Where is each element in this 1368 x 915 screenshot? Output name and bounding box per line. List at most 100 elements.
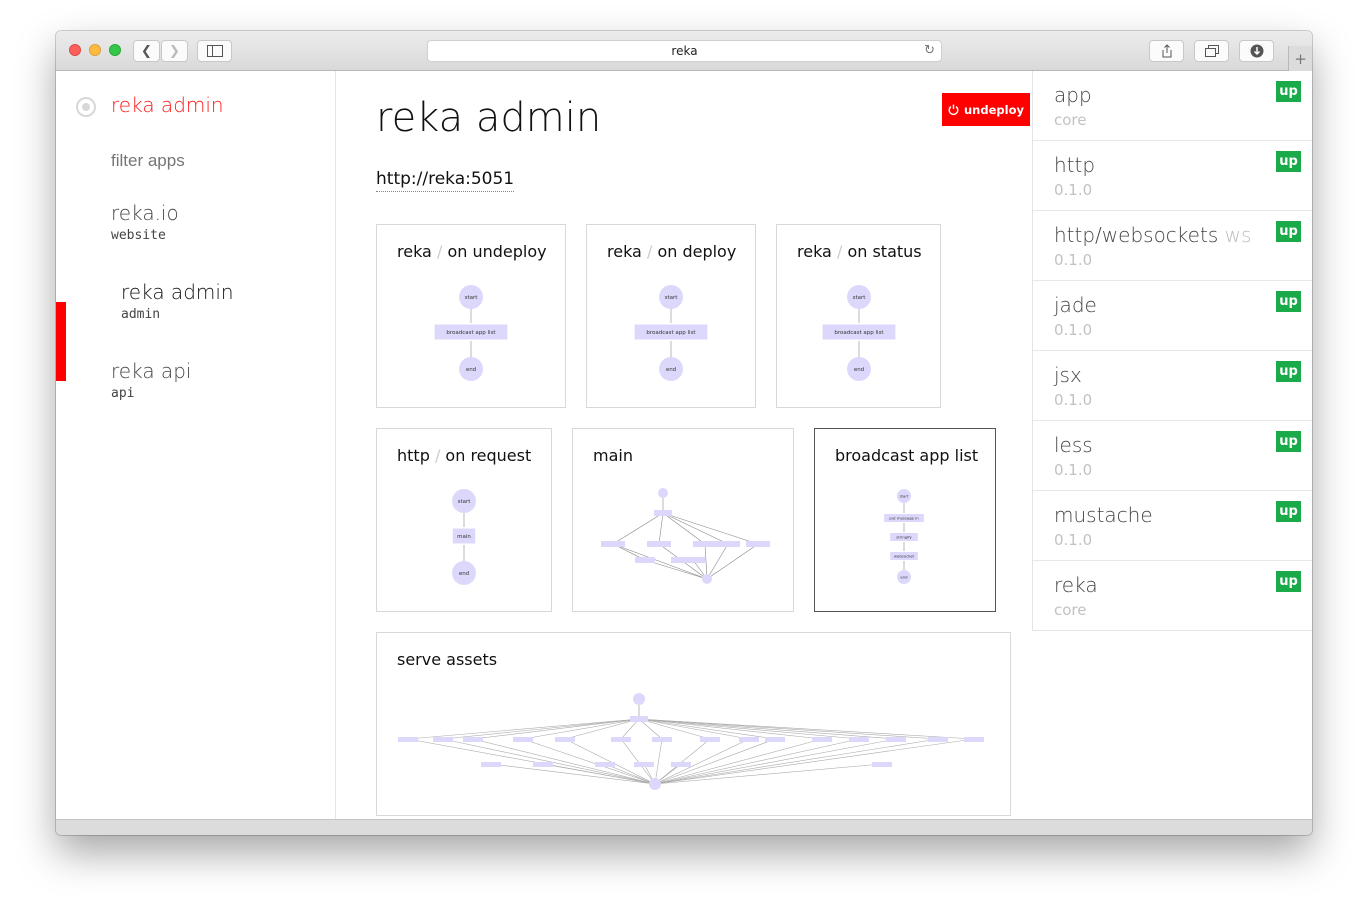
flow-node-end [649, 778, 661, 790]
flow-edge [654, 738, 663, 785]
flow-node-handler [463, 737, 483, 742]
dep-item-less[interactable]: less 0.1.0 up [1033, 421, 1312, 491]
brand-title[interactable]: reka admin [111, 93, 224, 117]
dependencies-panel: app core up http 0.1.0 up http/websocket… [1032, 71, 1312, 631]
page-title: reka admin [376, 95, 602, 141]
tabs-overview-button[interactable] [1194, 40, 1229, 62]
undeploy-label: undeploy [964, 102, 1024, 117]
flow-diagram: start main end [452, 489, 476, 585]
dep-version: 0.1.0 [1054, 251, 1093, 269]
flow-edge [638, 718, 860, 740]
flow-node-label: broadcast app list [446, 330, 496, 336]
flow-node-label: stringify [896, 534, 912, 539]
reload-icon[interactable]: ↻ [924, 43, 935, 58]
dep-item-jade[interactable]: jade 0.1.0 up [1033, 281, 1312, 351]
flow-edge [638, 718, 776, 740]
flow-edge [638, 718, 897, 740]
flow-node-label: put message in [889, 515, 919, 520]
active-app-indicator [56, 302, 66, 381]
dep-item-http[interactable]: http 0.1.0 up [1033, 141, 1312, 211]
flow-card-main[interactable]: main [572, 428, 794, 612]
flow-node-label: broadcast app list [646, 330, 696, 336]
flow-card-serve-assets[interactable]: serve assets [376, 632, 1011, 816]
sidebar-icon [206, 45, 223, 57]
dep-item-reka[interactable]: reka core up [1033, 561, 1312, 631]
filter-apps-input[interactable] [111, 151, 311, 171]
reka-logo-icon [76, 97, 96, 117]
flow-node-handler [849, 737, 869, 742]
dep-version: core [1054, 111, 1087, 129]
flow-node-handler [634, 762, 654, 767]
flow-node-handler [765, 737, 785, 742]
dep-name: less [1054, 433, 1093, 457]
new-tab-button[interactable]: + [1288, 46, 1312, 71]
back-button[interactable]: ❮ [133, 40, 160, 62]
app-sub: website [111, 228, 166, 243]
sidebar-app-reka-api[interactable]: reka api api [111, 359, 191, 401]
forward-button[interactable]: ❯ [161, 40, 188, 62]
sidebar-toggle-button[interactable] [197, 40, 232, 62]
flow-card-reka-on-deploy[interactable]: reka / on deploy start broadcast app list… [586, 224, 756, 408]
flow-diagram: start broadcast app list end [434, 285, 508, 381]
close-window-button[interactable] [69, 44, 81, 56]
flow-diagram: start broadcast app list end [634, 285, 708, 381]
flow-edge [662, 512, 759, 545]
app-detail: reka admin undeploy http://reka:5051 rek… [336, 71, 1033, 819]
flow-card-reka-on-status[interactable]: reka / on status start broadcast app list… [776, 224, 941, 408]
address-bar[interactable]: reka ↻ [427, 40, 942, 62]
flow-node-handler [481, 762, 501, 767]
flow-card-reka-on-undeploy[interactable]: reka / on undeploy start broadcast app li… [376, 224, 566, 408]
flow-edge [638, 718, 975, 740]
power-icon [948, 104, 959, 115]
sidebar-app-reka-io[interactable]: reka.io website [111, 201, 179, 243]
flow-diagram-main [601, 488, 770, 584]
sidebar-app-reka-admin[interactable]: reka admin admin [121, 280, 234, 322]
flow-node-handler [433, 737, 453, 742]
app-url-link[interactable]: http://reka:5051 [376, 169, 515, 192]
flow-edge [662, 512, 729, 545]
dep-item-jsx[interactable]: jsx 0.1.0 up [1033, 351, 1312, 421]
flow-edge [654, 738, 975, 785]
flow-node-label: end [459, 571, 469, 577]
downloads-button[interactable] [1239, 40, 1274, 62]
page-content: reka admin reka.io website reka admin ad… [56, 71, 1312, 819]
status-bar [56, 819, 1312, 835]
dep-name: app [1054, 83, 1092, 107]
dep-item-app[interactable]: app core up [1033, 71, 1312, 141]
app-name: reka admin [121, 280, 234, 304]
dep-version: 0.1.0 [1054, 461, 1093, 479]
undeploy-button[interactable]: undeploy [942, 93, 1030, 126]
flow-node-handler [746, 541, 770, 547]
app-sub: api [111, 386, 135, 401]
flow-node-handler [671, 762, 691, 767]
minimize-window-button[interactable] [89, 44, 101, 56]
flow-node-handler [513, 737, 533, 742]
flow-node-handler [398, 737, 418, 742]
dep-version: 0.1.0 [1054, 181, 1093, 199]
zoom-window-button[interactable] [109, 44, 121, 56]
flow-edge [612, 512, 664, 545]
flow-node-label: end [466, 367, 476, 373]
flow-edge [638, 718, 823, 740]
flow-edge [662, 512, 706, 545]
status-badge: up [1276, 571, 1301, 592]
chevron-right-icon: ❯ [169, 43, 180, 59]
app-sidebar: reka admin reka.io website reka admin ad… [56, 71, 336, 819]
flow-node-handler [812, 737, 832, 742]
dep-item-mustache[interactable]: mustache 0.1.0 up [1033, 491, 1312, 561]
dep-item-http-websockets[interactable]: http/websockets ws 0.1.0 up [1033, 211, 1312, 281]
flow-node-handler [652, 737, 672, 742]
flow-card-http-on-request[interactable]: http / on request start main end [376, 428, 552, 612]
dep-version: 0.1.0 [1054, 321, 1093, 339]
app-sub: admin [121, 307, 161, 322]
flow-node-handler [647, 541, 671, 547]
flow-node-handler [533, 762, 553, 767]
flow-node-label: main [457, 534, 471, 540]
share-button[interactable] [1149, 40, 1184, 62]
dep-name: reka [1054, 573, 1098, 597]
status-badge: up [1276, 361, 1301, 382]
flow-node-handler [635, 557, 655, 563]
flow-diagram: start put message in stringify websocket end [884, 489, 924, 584]
flow-card-broadcast-app-list[interactable]: broadcast app list start put message in st… [814, 428, 996, 612]
flow-node-handler [716, 541, 740, 547]
